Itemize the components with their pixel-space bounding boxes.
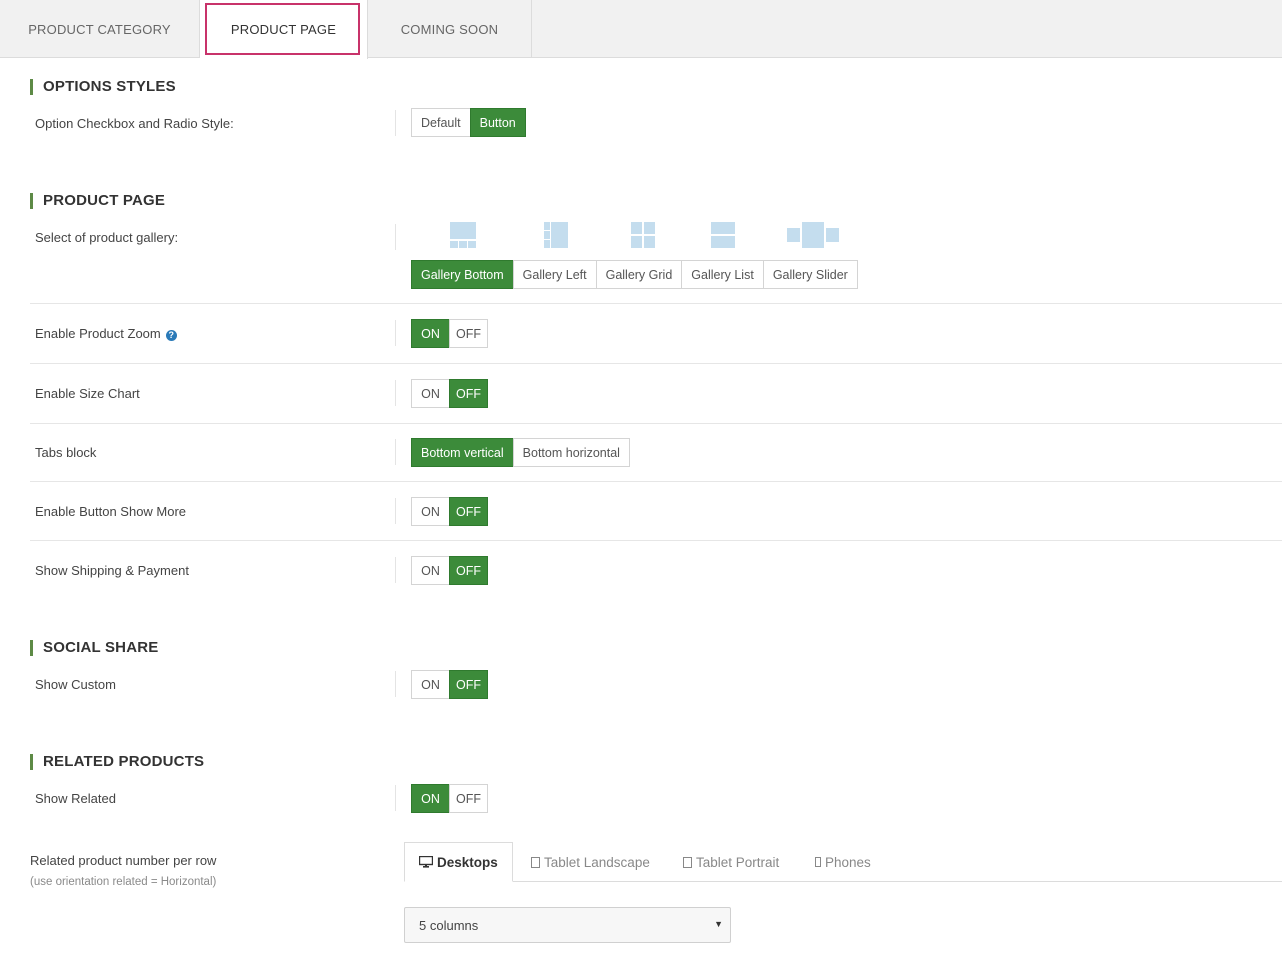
tabs-bottom-vertical-button[interactable]: Bottom vertical: [411, 438, 514, 467]
tab-product-category[interactable]: PRODUCT CATEGORY: [0, 0, 200, 58]
show-related-toggle: ON OFF: [411, 784, 488, 813]
columns-select-value: 5 columns: [419, 917, 479, 933]
gallery-label: Select of product gallery:: [35, 230, 179, 245]
phone-icon: [815, 857, 821, 867]
show-more-toggle: ON OFF: [411, 497, 488, 526]
zoom-on-button[interactable]: ON: [411, 319, 450, 348]
zoom-toggle: ON OFF: [411, 319, 488, 348]
row-divider: [30, 481, 1282, 482]
section-title-related-products: RELATED PRODUCTS: [30, 754, 204, 770]
size-chart-off-button[interactable]: OFF: [449, 379, 488, 408]
desktop-icon: [419, 856, 433, 868]
per-row-sublabel: (use orientation related = Horizontal): [30, 876, 217, 888]
show-more-on-button[interactable]: ON: [411, 497, 450, 526]
size-chart-label: Enable Size Chart: [35, 386, 140, 401]
shipping-on-button[interactable]: ON: [411, 556, 450, 585]
show-custom-on-button[interactable]: ON: [411, 670, 450, 699]
gallery-list-icon[interactable]: [711, 222, 735, 248]
tab-label: COMING SOON: [400, 21, 499, 37]
show-custom-toggle: ON OFF: [411, 670, 488, 699]
question-circle-icon[interactable]: ?: [165, 330, 177, 341]
show-more-label: Enable Button Show More: [35, 504, 187, 519]
chevron-down-icon: ▼: [714, 919, 723, 929]
gallery-bottom-button[interactable]: Gallery Bottom: [411, 260, 514, 289]
checkbox-style-label: Option Checkbox and Radio Style:: [35, 116, 234, 131]
gallery-slider-icon[interactable]: [787, 222, 839, 248]
style-default-button[interactable]: Default: [411, 108, 471, 137]
zoom-label: Enable Product Zoom: [35, 326, 161, 341]
tablet-portrait-icon: [683, 856, 692, 868]
tabs-block-group: Bottom vertical Bottom horizontal: [411, 438, 630, 467]
device-tab-tablet-portrait[interactable]: Tablet Portrait: [683, 842, 779, 882]
active-tab-outline: [205, 3, 360, 55]
shipping-toggle: ON OFF: [411, 556, 488, 585]
show-related-on-button[interactable]: ON: [411, 784, 450, 813]
shipping-label: Show Shipping & Payment: [35, 563, 189, 578]
tabs-bottom-horizontal-button[interactable]: Bottom horizontal: [512, 438, 630, 467]
columns-select[interactable]: 5 columns ▼: [404, 907, 731, 943]
show-related-off-button[interactable]: OFF: [449, 784, 488, 813]
gallery-left-icon[interactable]: [544, 222, 568, 248]
row-separator: [395, 557, 396, 583]
gallery-left-button[interactable]: Gallery Left: [512, 260, 597, 289]
tabs-block-label: Tabs block: [35, 445, 97, 460]
device-tab-tablet-landscape[interactable]: Tablet Landscape: [531, 842, 650, 882]
row-separator: [395, 671, 396, 697]
row-divider: [30, 540, 1282, 541]
row-separator: [395, 110, 396, 136]
device-tab-desktops[interactable]: Desktops: [404, 842, 513, 882]
show-related-label: Show Related: [35, 791, 116, 806]
section-title-social-share: SOCIAL SHARE: [30, 640, 158, 656]
tab-label: PRODUCT CATEGORY: [28, 21, 171, 37]
style-button-button[interactable]: Button: [469, 108, 526, 137]
section-title-options-styles: OPTIONS STYLES: [30, 79, 176, 95]
gallery-slider-button[interactable]: Gallery Slider: [762, 260, 858, 289]
device-tab-phones[interactable]: Phones: [815, 842, 871, 882]
row-separator: [395, 380, 396, 406]
gallery-bottom-icon[interactable]: [450, 222, 476, 248]
device-tab-label: Desktops: [437, 854, 498, 870]
show-custom-label: Show Custom: [35, 677, 116, 692]
row-separator: [395, 785, 396, 811]
row-separator: [395, 224, 396, 250]
device-tab-label: Phones: [825, 854, 871, 870]
per-row-label: Related product number per row: [30, 853, 217, 868]
tab-coming-soon[interactable]: COMING SOON: [368, 0, 532, 58]
row-separator: [395, 498, 396, 524]
tablet-landscape-icon: [531, 856, 540, 868]
top-tab-bar: PRODUCT CATEGORY PRODUCT PAGE COMING SOO…: [0, 0, 1282, 59]
row-divider: [30, 303, 1282, 304]
device-tab-label: Tablet Portrait: [696, 854, 780, 870]
show-custom-off-button[interactable]: OFF: [449, 670, 488, 699]
row-divider: [30, 363, 1282, 364]
show-more-off-button[interactable]: OFF: [449, 497, 488, 526]
row-separator: [395, 439, 396, 465]
zoom-off-button[interactable]: OFF: [449, 319, 488, 348]
zoom-label-row: Enable Product Zoom?: [35, 326, 177, 341]
size-chart-on-button[interactable]: ON: [411, 379, 450, 408]
gallery-grid-icon[interactable]: [631, 222, 655, 248]
device-tab-label: Tablet Landscape: [544, 854, 650, 870]
checkbox-style-group: Default Button: [411, 108, 526, 137]
section-title-product-page: PRODUCT PAGE: [30, 193, 165, 209]
row-separator: [395, 320, 396, 346]
shipping-off-button[interactable]: OFF: [449, 556, 488, 585]
size-chart-toggle: ON OFF: [411, 379, 488, 408]
tab-product-page[interactable]: PRODUCT PAGE: [200, 0, 368, 59]
gallery-grid-button[interactable]: Gallery Grid: [595, 260, 683, 289]
gallery-type-group: Gallery Bottom Gallery Left Gallery Grid…: [411, 260, 858, 289]
gallery-list-button[interactable]: Gallery List: [681, 260, 764, 289]
row-divider: [30, 423, 1282, 424]
